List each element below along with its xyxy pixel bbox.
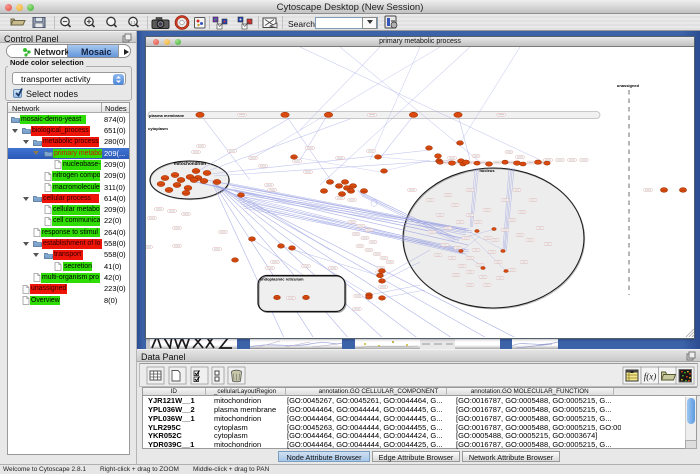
svg-text:YGR08: YGR08 — [174, 185, 182, 187]
svg-text:YPL27: YPL27 — [191, 180, 198, 182]
svg-text:YLR04: YLR04 — [457, 143, 464, 145]
svg-text:YKL14: YKL14 — [187, 177, 194, 179]
svg-text:YNR00: YNR00 — [379, 281, 387, 283]
svg-text:YBR03: YBR03 — [327, 182, 334, 184]
svg-text:YHR02: YHR02 — [361, 191, 369, 193]
svg-text:YKR09: YKR09 — [339, 194, 346, 196]
svg-text:YLR35: YLR35 — [366, 297, 373, 299]
svg-text:YHR19: YHR19 — [274, 298, 282, 300]
svg-text:YKL14: YKL14 — [278, 246, 285, 248]
svg-text:YJL20: YJL20 — [158, 184, 165, 186]
svg-text:YOL12: YOL12 — [379, 298, 386, 300]
svg-text:unassigned: unassigned — [617, 83, 640, 88]
svg-text:YOR16: YOR16 — [249, 239, 257, 241]
svg-text:YNL05: YNL05 — [232, 260, 239, 262]
svg-text:mitochondrion: mitochondrion — [174, 161, 206, 166]
svg-text:YNL31: YNL31 — [214, 182, 221, 184]
svg-text:YIL04: YIL04 — [303, 298, 309, 300]
svg-text:YMR08: YMR08 — [348, 191, 356, 193]
svg-text:YDR14: YDR14 — [166, 190, 174, 192]
svg-text:YPL11: YPL11 — [379, 271, 386, 273]
svg-text:1:1: 1:1 — [130, 20, 136, 25]
svg-text:YIL11: YIL11 — [204, 173, 210, 175]
svg-text:YJR12: YJR12 — [375, 157, 382, 159]
svg-text:YGL11: YGL11 — [342, 182, 349, 184]
svg-text:YFL01: YFL01 — [185, 188, 192, 190]
svg-text:cytoplasm: cytoplasm — [148, 126, 168, 131]
svg-text:YKR05: YKR05 — [291, 157, 298, 159]
svg-text:f(x): f(x) — [644, 372, 657, 382]
svg-text:nucleus: nucleus — [479, 168, 495, 173]
svg-text:YGR11: YGR11 — [172, 175, 180, 177]
svg-text:YLR29: YLR29 — [238, 195, 245, 197]
svg-text:YOL02: YOL02 — [183, 193, 190, 195]
svg-text:endoplasmic reticulum: endoplasmic reticulum — [260, 277, 304, 282]
svg-text:YDL13: YDL13 — [350, 186, 357, 188]
svg-text:YGL25: YGL25 — [321, 191, 328, 193]
svg-text:YMR31: YMR31 — [162, 178, 170, 180]
svg-text:YDR03: YDR03 — [381, 171, 389, 173]
svg-text:YPL03: YPL03 — [201, 181, 208, 183]
svg-text:YMR10: YMR10 — [289, 248, 297, 250]
svg-text:YBR20: YBR20 — [680, 190, 687, 192]
svg-text:YOR35: YOR35 — [178, 180, 186, 182]
svg-text:YOL05: YOL05 — [377, 276, 384, 278]
svg-text:YDR51: YDR51 — [661, 190, 669, 192]
svg-text:YEL04: YEL04 — [344, 188, 351, 190]
svg-text:YGR24: YGR24 — [426, 148, 434, 150]
svg-text:plasma membrane: plasma membrane — [149, 113, 185, 118]
svg-text:YDR17: YDR17 — [336, 186, 344, 188]
svg-text:YKL02: YKL02 — [193, 171, 200, 173]
svg-text:YML07: YML07 — [436, 161, 443, 163]
